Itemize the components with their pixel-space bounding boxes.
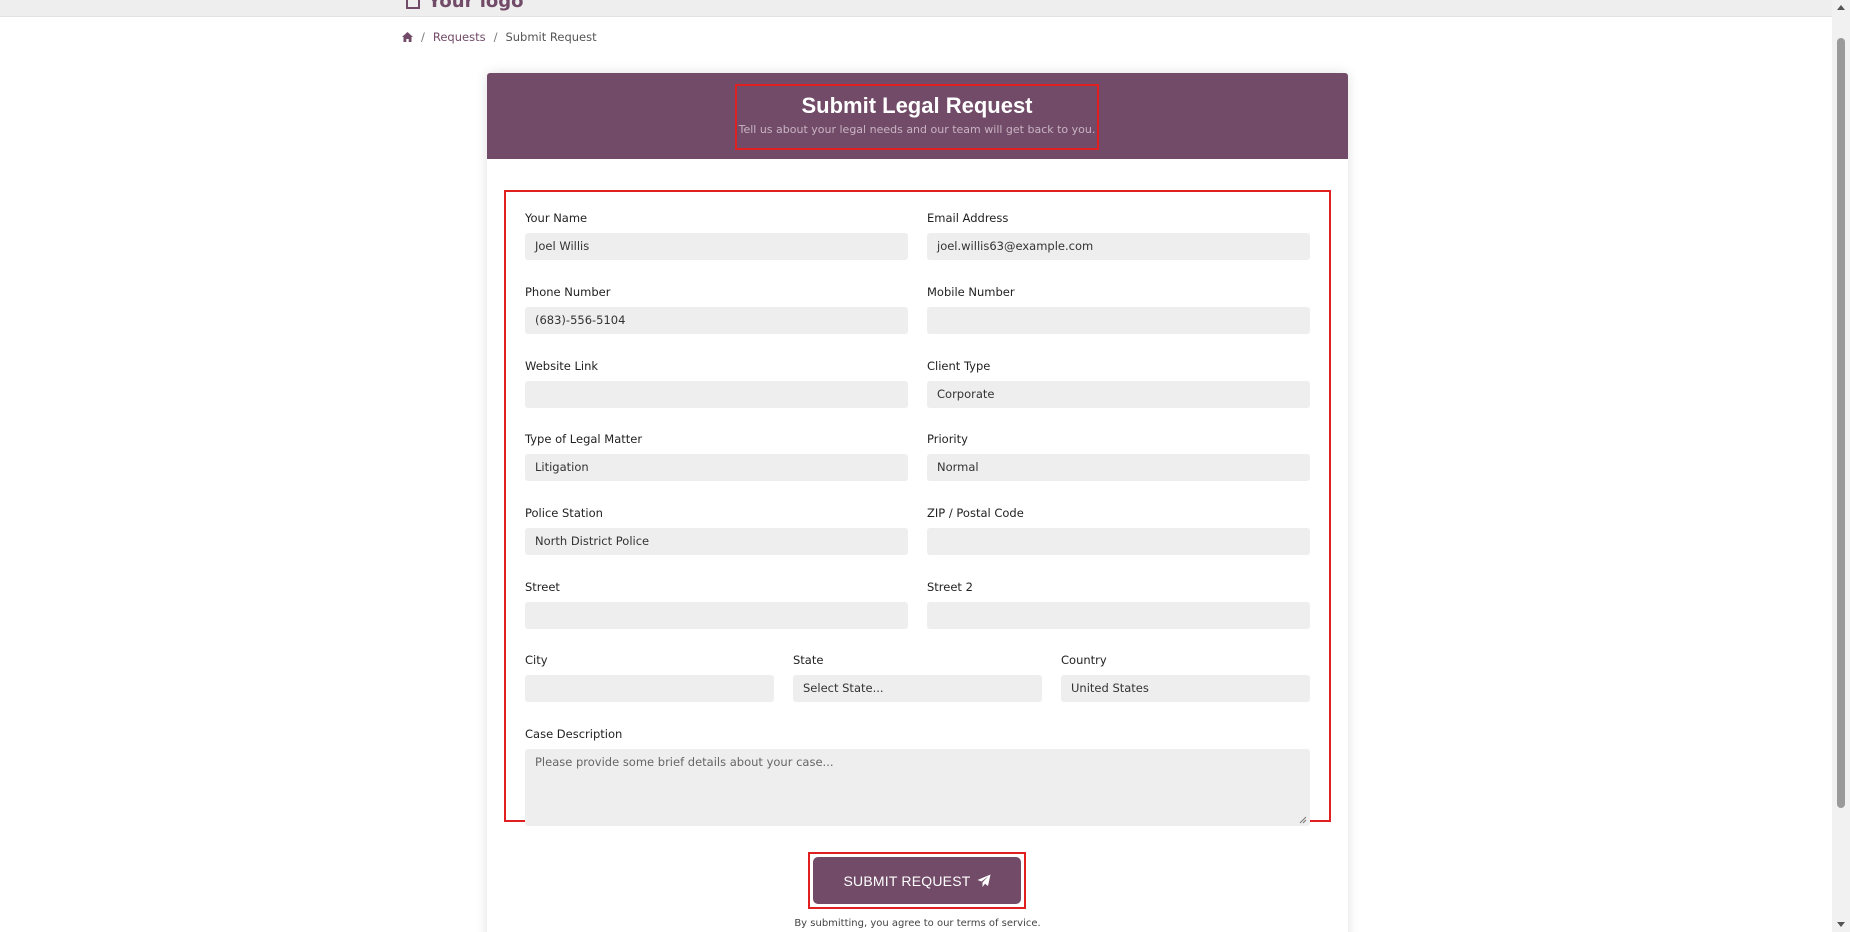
mobile-label: Mobile Number xyxy=(927,285,1015,299)
request-form: Your Name Joel Willis Email Address joel… xyxy=(504,190,1331,826)
phone-input[interactable]: (683)-556-5104 xyxy=(525,307,908,334)
breadcrumb-separator: / xyxy=(421,30,425,44)
top-navbar: Your logo xyxy=(0,0,1832,17)
city-label: City xyxy=(525,653,548,667)
zip-label: ZIP / Postal Code xyxy=(927,506,1024,520)
street2-label: Street 2 xyxy=(927,580,973,594)
description-placeholder: Please provide some brief details about … xyxy=(535,755,834,769)
mobile-field-group: Mobile Number xyxy=(927,284,1310,334)
site-logo[interactable]: Your logo xyxy=(406,0,524,12)
page-subtitle: Tell us about your legal needs and our t… xyxy=(738,123,1096,136)
client-type-select[interactable]: Corporate xyxy=(927,381,1310,408)
website-label: Website Link xyxy=(525,359,599,373)
breadcrumb-separator: / xyxy=(493,30,498,44)
client-type-field-group: Client Type Corporate xyxy=(927,358,1310,408)
matter-type-select[interactable]: Litigation xyxy=(525,454,908,481)
client-type-label: Client Type xyxy=(927,359,991,373)
street2-input[interactable] xyxy=(927,602,1310,629)
email-input[interactable]: joel.willis63@example.com xyxy=(927,233,1310,260)
logo-text: Your logo xyxy=(428,0,524,12)
submit-button-label: SUBMIT REQUEST xyxy=(843,872,971,889)
resize-grip-icon[interactable] xyxy=(1299,816,1307,824)
scroll-down-arrow-icon[interactable] xyxy=(1837,922,1845,927)
matter-type-field-group: Type of Legal Matter Litigation xyxy=(525,431,908,481)
name-label: Your Name xyxy=(525,211,588,225)
website-field-group: Website Link xyxy=(525,358,908,408)
page-title: Submit Legal Request xyxy=(801,93,1033,118)
scrollbar-thumb[interactable] xyxy=(1837,38,1845,808)
matter-type-label: Type of Legal Matter xyxy=(525,432,643,446)
paper-plane-icon xyxy=(977,874,990,887)
request-form-card: Submit Legal Request Tell us about your … xyxy=(487,73,1348,932)
police-station-label: Police Station xyxy=(525,506,603,520)
city-field-group: City xyxy=(525,652,774,702)
state-label: State xyxy=(793,653,824,667)
breadcrumb-current: Submit Request xyxy=(505,30,597,44)
name-field-group: Your Name Joel Willis xyxy=(525,210,908,260)
priority-label: Priority xyxy=(927,432,968,446)
vertical-scrollbar[interactable] xyxy=(1832,0,1850,932)
phone-field-group: Phone Number (683)-556-5104 xyxy=(525,284,908,334)
priority-select[interactable]: Normal xyxy=(927,454,1310,481)
mobile-input[interactable] xyxy=(927,307,1310,334)
email-field-group: Email Address joel.willis63@example.com xyxy=(927,210,1310,260)
name-input[interactable]: Joel Willis xyxy=(525,233,908,260)
street2-field-group: Street 2 xyxy=(927,579,1310,629)
email-label: Email Address xyxy=(927,211,1009,225)
street-input[interactable] xyxy=(525,602,908,629)
police-station-field-group: Police Station North District Police xyxy=(525,505,908,555)
logo-icon xyxy=(406,0,420,9)
country-label: Country xyxy=(1061,653,1107,667)
zip-field-group: ZIP / Postal Code xyxy=(927,505,1310,555)
scroll-up-arrow-icon[interactable] xyxy=(1837,5,1845,10)
description-field-group: Case Description Please provide some bri… xyxy=(525,726,1310,826)
street-label: Street xyxy=(525,580,560,594)
country-field-group: Country United States xyxy=(1061,652,1310,702)
terms-notice: By submitting, you agree to our terms of… xyxy=(794,918,1041,929)
phone-label: Phone Number xyxy=(525,285,611,299)
breadcrumb: / Requests / Submit Request xyxy=(402,30,597,44)
header-title-box: Submit Legal Request Tell us about your … xyxy=(735,84,1099,150)
zip-input[interactable] xyxy=(927,528,1310,555)
card-header: Submit Legal Request Tell us about your … xyxy=(487,73,1348,159)
home-icon[interactable] xyxy=(402,32,413,42)
submit-button-highlight: SUBMIT REQUEST xyxy=(808,852,1026,909)
website-input[interactable] xyxy=(525,381,908,408)
country-select[interactable]: United States xyxy=(1061,675,1310,702)
case-description-textarea[interactable]: Please provide some brief details about … xyxy=(525,749,1310,826)
city-input[interactable] xyxy=(525,675,774,702)
description-label: Case Description xyxy=(525,727,623,741)
submit-request-button[interactable]: SUBMIT REQUEST xyxy=(813,857,1021,904)
police-station-select[interactable]: North District Police xyxy=(525,528,908,555)
breadcrumb-requests-link[interactable]: Requests xyxy=(433,30,486,44)
state-select[interactable]: Select State... xyxy=(793,675,1042,702)
street-field-group: Street xyxy=(525,579,908,629)
priority-field-group: Priority Normal xyxy=(927,431,1310,481)
state-field-group: State Select State... xyxy=(793,652,1042,702)
